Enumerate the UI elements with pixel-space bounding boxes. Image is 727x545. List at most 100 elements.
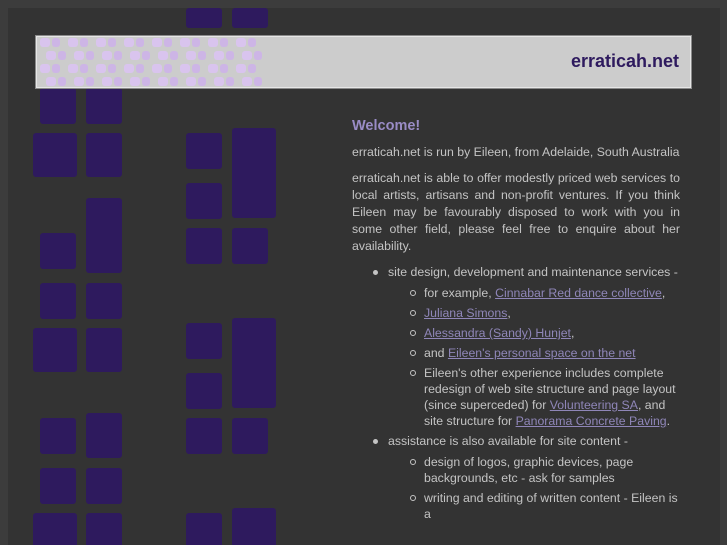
decorative-tile	[86, 133, 122, 177]
decorative-tile	[74, 51, 84, 60]
decorative-tile	[248, 38, 256, 47]
list-item-content-help: assistance is also available for site co…	[352, 433, 680, 522]
decorative-tile	[96, 38, 106, 47]
decorative-tile	[158, 77, 168, 86]
content-help-label: assistance is also available for site co…	[388, 434, 628, 448]
decorative-tile	[186, 373, 222, 409]
decorative-tile	[214, 77, 224, 86]
link-volunteering-sa[interactable]: Volunteering SA	[550, 398, 638, 412]
intro-paragraph: erraticah.net is run by Eileen, from Ade…	[352, 145, 680, 159]
list-text: and	[424, 346, 448, 360]
decorative-tile	[198, 51, 206, 60]
decorative-tile	[33, 328, 77, 372]
decorative-tile	[232, 418, 268, 454]
decorative-tile	[40, 418, 76, 454]
decorative-tile	[186, 51, 196, 60]
link-cinnabar-red[interactable]: Cinnabar Red dance collective	[495, 286, 662, 300]
decorative-tile	[33, 513, 77, 545]
decorative-tile	[248, 64, 256, 73]
decorative-tile	[152, 38, 162, 47]
decorative-tile	[236, 64, 246, 73]
decorative-tile	[136, 38, 144, 47]
decorative-tile	[164, 38, 172, 47]
offer-paragraph: erraticah.net is able to offer modestly …	[352, 171, 680, 253]
decorative-tile	[170, 77, 178, 86]
decorative-tile	[186, 133, 222, 169]
decorative-tile	[130, 51, 140, 60]
list-item-services: site design, development and maintenance…	[352, 264, 680, 429]
decorative-tile	[192, 38, 200, 47]
decorative-tile	[114, 51, 122, 60]
decorative-tile	[40, 468, 76, 504]
link-eileen-personal-space[interactable]: Eileen's personal space on the net	[448, 346, 636, 360]
decorative-tile	[86, 77, 94, 86]
list-text: ,	[661, 286, 666, 300]
decorative-tile	[40, 233, 76, 269]
main-content: Welcome! erraticah.net is run by Eileen,…	[352, 118, 680, 526]
list-text: .	[666, 414, 671, 428]
decorative-tile	[152, 64, 162, 73]
decorative-tile	[52, 64, 60, 73]
list-item: Juliana Simons,	[388, 305, 680, 321]
link-alessandra-hunjet[interactable]: Alessandra (Sandy) Hunjet	[424, 326, 571, 340]
decorative-tile	[86, 51, 94, 60]
decorative-tile	[68, 38, 78, 47]
decorative-tile	[46, 51, 56, 60]
decorative-tile	[180, 64, 190, 73]
decorative-tile	[86, 513, 122, 545]
decorative-tile	[158, 51, 168, 60]
decorative-tile	[52, 38, 60, 47]
decorative-tile	[232, 128, 276, 218]
decorative-tile	[164, 64, 172, 73]
decorative-tile	[86, 88, 122, 124]
decorative-tile	[226, 77, 234, 86]
decorative-tile	[208, 64, 218, 73]
decorative-tile	[130, 77, 140, 86]
decorative-tile	[108, 38, 116, 47]
decorative-tile	[186, 8, 222, 28]
decorative-tile	[40, 283, 76, 319]
decorative-tile	[220, 64, 228, 73]
decorative-tile	[124, 64, 134, 73]
decorative-tile	[236, 38, 246, 47]
decorative-tile	[186, 228, 222, 264]
decorative-tile	[254, 51, 262, 60]
decorative-tile	[242, 77, 252, 86]
decorative-tile	[186, 513, 222, 545]
decorative-tile	[180, 38, 190, 47]
welcome-heading: Welcome!	[352, 118, 421, 134]
decorative-tile	[192, 64, 200, 73]
decorative-tile	[86, 283, 122, 319]
link-panorama-concrete[interactable]: Panorama Concrete Paving	[516, 414, 667, 428]
decorative-tile	[232, 8, 268, 28]
list-item: Alessandra (Sandy) Hunjet,	[388, 325, 680, 341]
list-item: for example, Cinnabar Red dance collecti…	[388, 285, 680, 301]
decorative-tile	[186, 77, 196, 86]
decorative-tile	[226, 51, 234, 60]
decorative-tile	[86, 468, 122, 504]
decorative-tile	[170, 51, 178, 60]
decorative-tile	[58, 51, 66, 60]
site-header: erraticah.net	[35, 35, 692, 89]
decorative-tile	[86, 328, 122, 372]
link-juliana-simons[interactable]: Juliana Simons	[424, 306, 507, 320]
decorative-tile	[186, 418, 222, 454]
decorative-tile	[186, 323, 222, 359]
decorative-tile	[74, 77, 84, 86]
list-item: design of logos, graphic devices, page b…	[388, 454, 680, 486]
decorative-tile	[102, 77, 112, 86]
decorative-tile	[40, 38, 50, 47]
decorative-tile	[214, 51, 224, 60]
decorative-tile	[232, 228, 268, 264]
decorative-tile	[186, 183, 222, 219]
decorative-tile	[40, 64, 50, 73]
list-item: writing and editing of written content -…	[388, 490, 680, 522]
header-tile-pattern	[40, 38, 262, 86]
decorative-tile	[254, 77, 262, 86]
list-item: and Eileen's personal space on the net	[388, 345, 680, 361]
decorative-tile	[220, 38, 228, 47]
list-text: for example,	[424, 286, 496, 300]
decorative-tile	[46, 77, 56, 86]
decorative-tile	[96, 64, 106, 73]
decorative-tile	[80, 38, 88, 47]
